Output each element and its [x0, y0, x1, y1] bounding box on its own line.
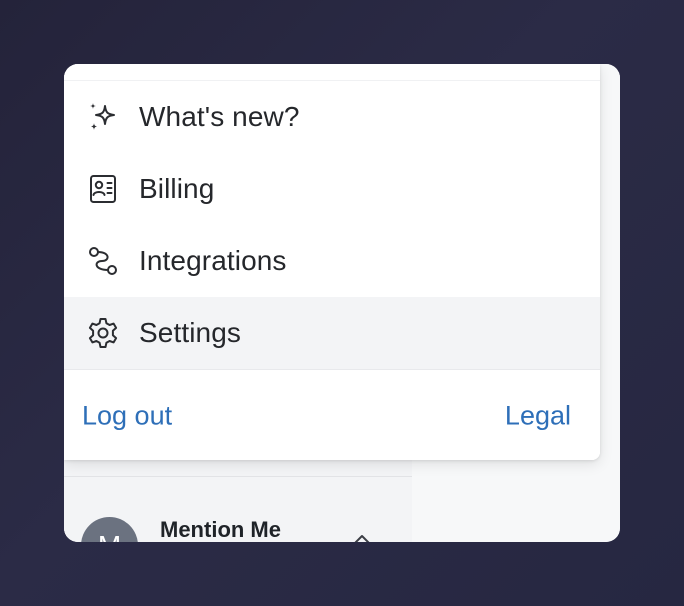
account-name[interactable]: Mention Me: [160, 517, 281, 542]
menu-item-integrations[interactable]: Integrations: [64, 225, 600, 297]
integrations-icon: [86, 244, 120, 278]
app-window: M Mention Me What's new?: [64, 64, 620, 542]
menu-item-label: Integrations: [139, 245, 287, 276]
account-switcher[interactable]: M Mention Me: [64, 477, 412, 542]
menu-item-label: Billing: [139, 173, 215, 204]
menu-item-label: Settings: [139, 317, 241, 348]
menu-item-settings[interactable]: Settings: [64, 297, 600, 369]
account-dropdown-menu: What's new? Billing Integrations Setting…: [64, 64, 600, 460]
sparkles-icon: [86, 100, 120, 134]
menu-top-divider: [64, 64, 600, 81]
menu-item-label: What's new?: [139, 101, 300, 132]
logout-link[interactable]: Log out: [82, 401, 172, 432]
billing-icon: [86, 172, 120, 206]
chevron-up-icon[interactable]: [352, 529, 372, 542]
avatar[interactable]: M: [81, 517, 138, 542]
legal-link[interactable]: Legal: [505, 401, 571, 432]
menu-item-billing[interactable]: Billing: [64, 153, 600, 225]
gear-icon: [86, 316, 120, 350]
menu-item-whats-new[interactable]: What's new?: [64, 81, 600, 153]
menu-footer: Log out Legal: [64, 369, 600, 460]
